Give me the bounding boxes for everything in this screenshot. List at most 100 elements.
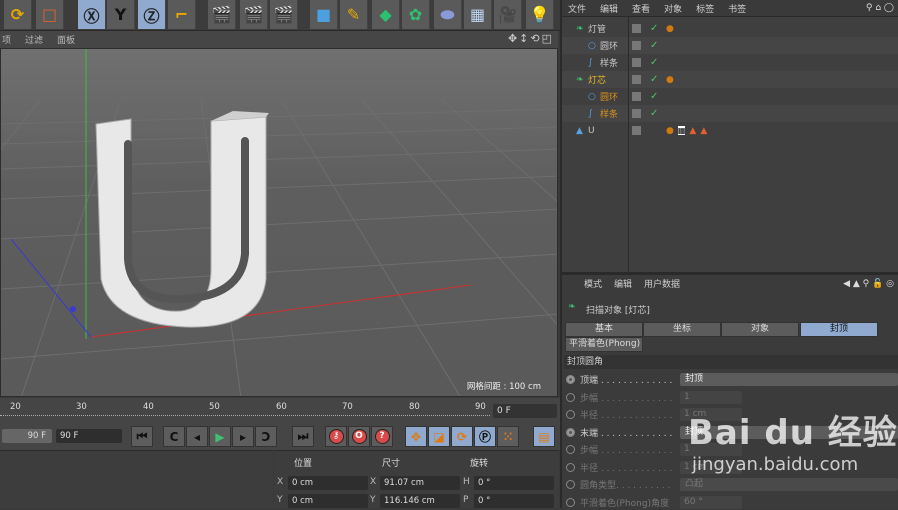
layer-icon[interactable] bbox=[632, 58, 641, 67]
animate-radio[interactable] bbox=[566, 445, 575, 454]
object-row[interactable]: ▲ U ● ▦ ▲ ▲ bbox=[562, 122, 898, 139]
light-icon[interactable]: 💡 bbox=[526, 0, 554, 29]
selection-tag-icon[interactable]: ▲ bbox=[700, 126, 707, 136]
object-row[interactable]: ○ 圆环 ✓ bbox=[562, 88, 898, 105]
x-axis-lock-button[interactable]: Ⓧ bbox=[78, 0, 106, 29]
dropdown-field[interactable]: 凸起 bbox=[680, 478, 898, 491]
selection-tag-icon[interactable]: ▲ bbox=[689, 126, 696, 136]
dropdown-field[interactable]: 封顶 bbox=[680, 373, 898, 386]
y-axis-lock-button[interactable]: Y bbox=[107, 0, 135, 29]
object-name[interactable]: 样条 bbox=[600, 107, 618, 120]
nav-lock-icons[interactable]: ◀ ▲ ⚲ 🔓 ◎ bbox=[843, 279, 898, 289]
layer-icon[interactable] bbox=[632, 24, 641, 33]
enabled-check-icon[interactable]: ✓ bbox=[650, 23, 658, 34]
tab-basic[interactable]: 基本 bbox=[565, 322, 643, 337]
end-frame-field[interactable]: 90 F bbox=[56, 429, 122, 443]
number-field[interactable]: 1 bbox=[680, 390, 742, 404]
search-home-icons[interactable]: ⚲ ⌂ ◯ bbox=[866, 3, 898, 13]
enabled-check-icon[interactable]: ✓ bbox=[650, 108, 658, 119]
rotation-p-field[interactable]: 0 ° bbox=[474, 494, 554, 508]
position-x-field[interactable]: 0 cm bbox=[288, 476, 368, 490]
layer-icon[interactable] bbox=[632, 75, 641, 84]
enabled-check-icon[interactable]: ✓ bbox=[650, 91, 658, 102]
cube-icon[interactable]: ■ bbox=[310, 0, 338, 29]
next-key-button[interactable]: Ↄ bbox=[255, 426, 277, 447]
number-field[interactable]: 60 ° bbox=[680, 495, 742, 509]
menu-objects[interactable]: 对象 bbox=[664, 2, 682, 15]
layer-icon[interactable] bbox=[632, 41, 641, 50]
object-name[interactable]: U bbox=[588, 126, 595, 136]
3d-viewport[interactable]: 网格间距 : 100 cm bbox=[0, 48, 558, 397]
keyframe-selection-button[interactable]: ? bbox=[371, 426, 393, 447]
preview-end-slider[interactable]: 90 F bbox=[2, 429, 52, 443]
object-name[interactable]: 圆环 bbox=[600, 90, 618, 103]
object-name[interactable]: 样条 bbox=[600, 56, 618, 69]
next-frame-button[interactable]: ▸ bbox=[232, 426, 254, 447]
menu-edit[interactable]: 编辑 bbox=[614, 277, 632, 290]
menu-mode[interactable]: 模式 bbox=[584, 277, 602, 290]
object-name[interactable]: 圆环 bbox=[600, 39, 618, 52]
play-button[interactable]: ▶ bbox=[209, 426, 231, 447]
render-view-icon[interactable]: 🎬 bbox=[208, 0, 236, 29]
selection-tool-icon[interactable]: □ bbox=[36, 0, 64, 29]
layer-icon[interactable] bbox=[632, 126, 641, 135]
record-parameter-button[interactable]: Ⓟ bbox=[474, 426, 496, 447]
phong-tag-icon[interactable]: ● bbox=[666, 126, 674, 136]
object-name[interactable]: 灯管 bbox=[588, 22, 606, 35]
tab-caps[interactable]: 封顶 bbox=[800, 322, 878, 337]
tab-coordinates[interactable]: 坐标 bbox=[643, 322, 721, 337]
render-settings-icon[interactable]: 🎬 bbox=[270, 0, 298, 29]
material-manager[interactable] bbox=[0, 450, 273, 508]
menu-view[interactable]: 查看 bbox=[632, 2, 650, 15]
pen-spline-icon[interactable]: ✎ bbox=[340, 0, 368, 29]
deformer-icon[interactable]: ⬬ bbox=[434, 0, 462, 29]
viewport-navigation-icons[interactable]: ✥↕⟲◰ bbox=[508, 32, 554, 45]
menu-user-data[interactable]: 用户数据 bbox=[644, 277, 680, 290]
enabled-check-icon[interactable]: ✓ bbox=[650, 57, 658, 68]
record-rotation-button[interactable]: ⟳ bbox=[451, 426, 473, 447]
texture-tag-icon[interactable]: ▦ bbox=[677, 126, 686, 135]
go-to-start-button[interactable]: ⏮ bbox=[131, 426, 153, 447]
object-row[interactable]: ∫ 样条 ✓ bbox=[562, 54, 898, 71]
record-scale-button[interactable]: ◪ bbox=[428, 426, 450, 447]
phong-tag-icon[interactable]: ● bbox=[666, 75, 674, 85]
render-picture-viewer-icon[interactable]: 🎬 bbox=[240, 0, 268, 29]
array-icon[interactable]: ✿ bbox=[402, 0, 430, 29]
position-y-field[interactable]: 0 cm bbox=[288, 494, 368, 508]
previous-frame-button[interactable]: ◂ bbox=[186, 426, 208, 447]
coordinate-system-icon[interactable]: ⌐ bbox=[168, 0, 196, 29]
size-y-field[interactable]: 116.146 cm bbox=[380, 494, 460, 508]
timeline[interactable]: 20 30 40 50 60 70 80 90 0 F bbox=[0, 398, 560, 424]
animate-radio[interactable] bbox=[566, 410, 575, 419]
camera-icon[interactable]: 🎥 bbox=[494, 0, 522, 29]
tab-object[interactable]: 对象 bbox=[721, 322, 799, 337]
rotation-h-field[interactable]: 0 ° bbox=[474, 476, 554, 490]
menu-edit[interactable]: 编辑 bbox=[600, 2, 618, 15]
viewport-menu-options[interactable]: 项 bbox=[2, 33, 11, 46]
size-x-field[interactable]: 91.07 cm bbox=[380, 476, 460, 490]
timeline-ruler[interactable] bbox=[0, 415, 490, 421]
animate-radio[interactable] bbox=[566, 497, 575, 507]
previous-key-button[interactable]: C bbox=[163, 426, 185, 447]
menu-file[interactable]: 文件 bbox=[568, 2, 586, 15]
object-row[interactable]: ❧ 灯管 ✓ ● bbox=[562, 20, 898, 37]
record-position-button[interactable]: ✥ bbox=[405, 426, 427, 447]
animate-radio[interactable] bbox=[566, 375, 575, 384]
z-axis-lock-button[interactable]: Ⓩ bbox=[138, 0, 166, 29]
layer-icon[interactable] bbox=[632, 92, 641, 101]
object-row[interactable]: ∫ 样条 ✓ bbox=[562, 105, 898, 122]
enabled-check-icon[interactable]: ✓ bbox=[650, 40, 658, 51]
object-row[interactable]: ○ 圆环 ✓ bbox=[562, 37, 898, 54]
go-to-end-button[interactable]: ⏭ bbox=[292, 426, 314, 447]
timeline-window-button[interactable]: ▤ bbox=[533, 426, 555, 447]
object-name[interactable]: 灯芯 bbox=[588, 73, 606, 86]
floor-icon[interactable]: ▦ bbox=[464, 0, 492, 29]
animate-radio[interactable] bbox=[566, 392, 575, 402]
object-row[interactable]: ❧ 灯芯 ✓ ● bbox=[562, 71, 898, 88]
enabled-check-icon[interactable]: ✓ bbox=[650, 74, 658, 85]
animate-radio[interactable] bbox=[566, 462, 575, 472]
menu-tags[interactable]: 标签 bbox=[696, 2, 714, 15]
viewport-menu-panel[interactable]: 面板 bbox=[57, 33, 75, 46]
menu-bookmarks[interactable]: 书签 bbox=[728, 2, 746, 15]
current-frame-field[interactable]: 0 F bbox=[493, 404, 557, 418]
